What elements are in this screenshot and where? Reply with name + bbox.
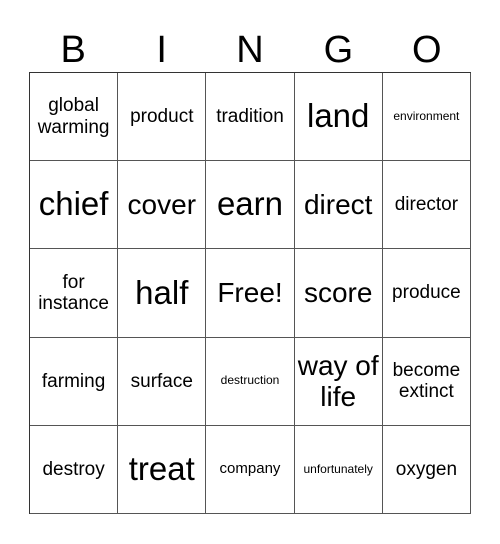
- free-space-cell[interactable]: Free!: [206, 249, 295, 338]
- header-letter-g: G: [323, 29, 354, 71]
- bingo-cell[interactable]: half: [118, 249, 207, 338]
- bingo-cell[interactable]: farming: [30, 337, 119, 426]
- bingo-cell[interactable]: land: [294, 73, 383, 162]
- bingo-cell[interactable]: earn: [206, 161, 295, 250]
- bingo-cell[interactable]: company: [206, 425, 295, 514]
- bingo-cell[interactable]: product: [118, 73, 207, 162]
- bingo-cell[interactable]: way of life: [294, 337, 383, 426]
- bingo-cell[interactable]: score: [294, 249, 383, 338]
- header-letter-b: B: [60, 29, 86, 71]
- bingo-cell[interactable]: oxygen: [382, 425, 471, 514]
- bingo-cell[interactable]: treat: [118, 425, 207, 514]
- header-letter-i: I: [156, 29, 167, 71]
- bingo-cell[interactable]: destroy: [30, 425, 119, 514]
- bingo-cell[interactable]: director: [382, 161, 471, 250]
- bingo-cell[interactable]: tradition: [206, 73, 295, 162]
- bingo-cell[interactable]: produce: [382, 249, 471, 338]
- bingo-cell[interactable]: global warming: [30, 73, 119, 162]
- header-letter-o: O: [412, 29, 442, 71]
- bingo-cell[interactable]: environment: [382, 73, 471, 162]
- bingo-cell[interactable]: direct: [294, 161, 383, 250]
- bingo-cell[interactable]: chief: [30, 161, 119, 250]
- bingo-cell[interactable]: destruction: [206, 337, 295, 426]
- bingo-cell[interactable]: for instance: [30, 249, 119, 338]
- bingo-cell[interactable]: cover: [118, 161, 207, 250]
- bingo-cell[interactable]: surface: [118, 337, 207, 426]
- bingo-header: B I N G O: [29, 28, 471, 72]
- bingo-cell[interactable]: unfortunately: [294, 425, 383, 514]
- bingo-cell[interactable]: become extinct: [382, 337, 471, 426]
- header-letter-n: N: [236, 29, 264, 71]
- bingo-grid: global warming product tradition land enviro…: [29, 72, 471, 514]
